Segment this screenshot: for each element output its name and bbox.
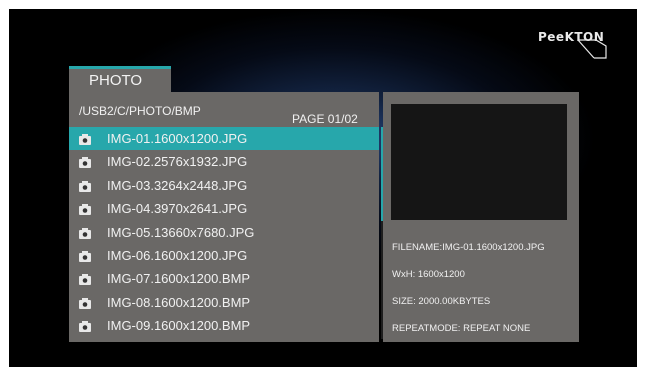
camera-icon [79, 320, 91, 333]
file-name: IMG-05.13660x7680.JPG [107, 224, 255, 240]
current-path: /USB2/C/PHOTO/BMP [79, 104, 201, 118]
camera-icon [79, 227, 91, 239]
brand-logo: PeeKTON [528, 26, 612, 62]
camera-icon [79, 250, 91, 262]
file-list-item[interactable]: IMG-01.1600x1200.JPG [69, 127, 379, 151]
file-list-item[interactable]: IMG-02.2576x1932.JPG [69, 150, 379, 173]
file-name: IMG-04.3970x2641.JPG [107, 201, 248, 217]
info-dimensions: WxH: 1600x1200 [392, 269, 465, 280]
info-size: SIZE: 2000.00KBYTES [392, 296, 491, 307]
file-name: IMG-06.1600x1200.JPG [107, 247, 248, 263]
image-preview [391, 104, 567, 220]
file-list-item[interactable]: IMG-06.1600x1200.JPG [69, 244, 379, 267]
page-indicator: PAGE 01/02 [292, 112, 358, 126]
camera-icon [79, 273, 91, 286]
camera-icon [79, 203, 91, 216]
file-name: IMG-02.2576x1932.JPG [107, 154, 248, 170]
file-name: IMG-07.1600x1200.BMP [107, 271, 251, 287]
file-name: IMG-09.1600x1200.BMP [107, 318, 251, 334]
camera-icon [79, 180, 91, 192]
file-list-item[interactable]: IMG-05.13660x7680.JPG [69, 221, 379, 244]
file-list-item[interactable]: IMG-08.1600x1200.BMP [69, 291, 379, 314]
file-list-item[interactable]: IMG-09.1600x1200.BMP [69, 314, 379, 337]
info-filename: FILENAME:IMG-01.1600x1200.JPG [392, 242, 545, 253]
file-name: IMG-08.1600x1200.BMP [107, 294, 251, 310]
info-repeat-mode: REPEATMODE: REPEAT NONE [392, 323, 531, 334]
file-name: IMG-03.3264x2448.JPG [107, 177, 248, 193]
file-list-item[interactable]: IMG-03.3264x2448.JPG [69, 174, 379, 197]
camera-icon [79, 156, 91, 169]
camera-icon [79, 297, 91, 309]
file-list: IMG-01.1600x1200.JPG IMG-02.2576x1932.JPG… [69, 127, 379, 338]
file-name: IMG-01.1600x1200.JPG [107, 131, 248, 146]
logo-shape-icon [577, 39, 607, 59]
tab-photo-label: PHOTO [89, 72, 143, 89]
file-list-item[interactable]: IMG-04.3970x2641.JPG [69, 197, 379, 220]
camera-icon [79, 133, 91, 145]
tab-photo[interactable]: PHOTO [69, 66, 171, 93]
file-list-item[interactable]: IMG-07.1600x1200.BMP [69, 267, 379, 290]
